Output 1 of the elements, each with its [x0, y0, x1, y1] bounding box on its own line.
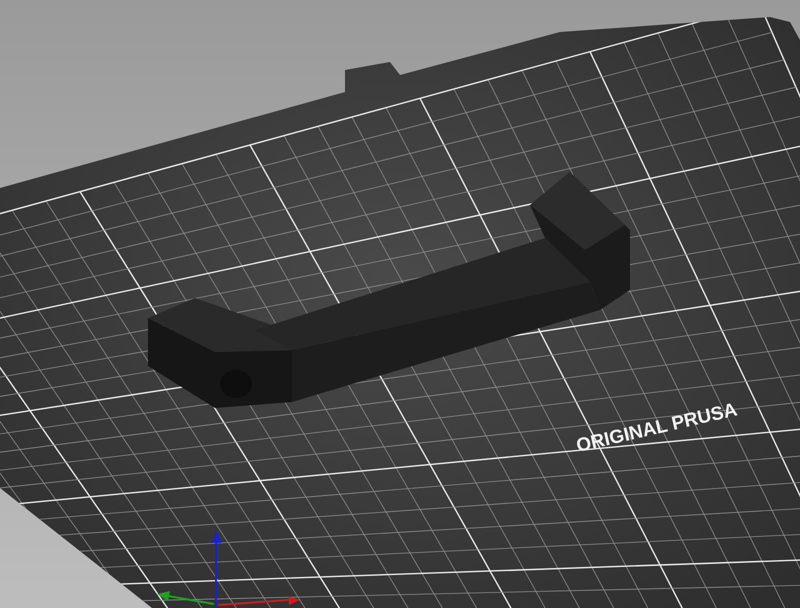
bed-label: ORIGINAL PRUSA: [574, 399, 740, 457]
